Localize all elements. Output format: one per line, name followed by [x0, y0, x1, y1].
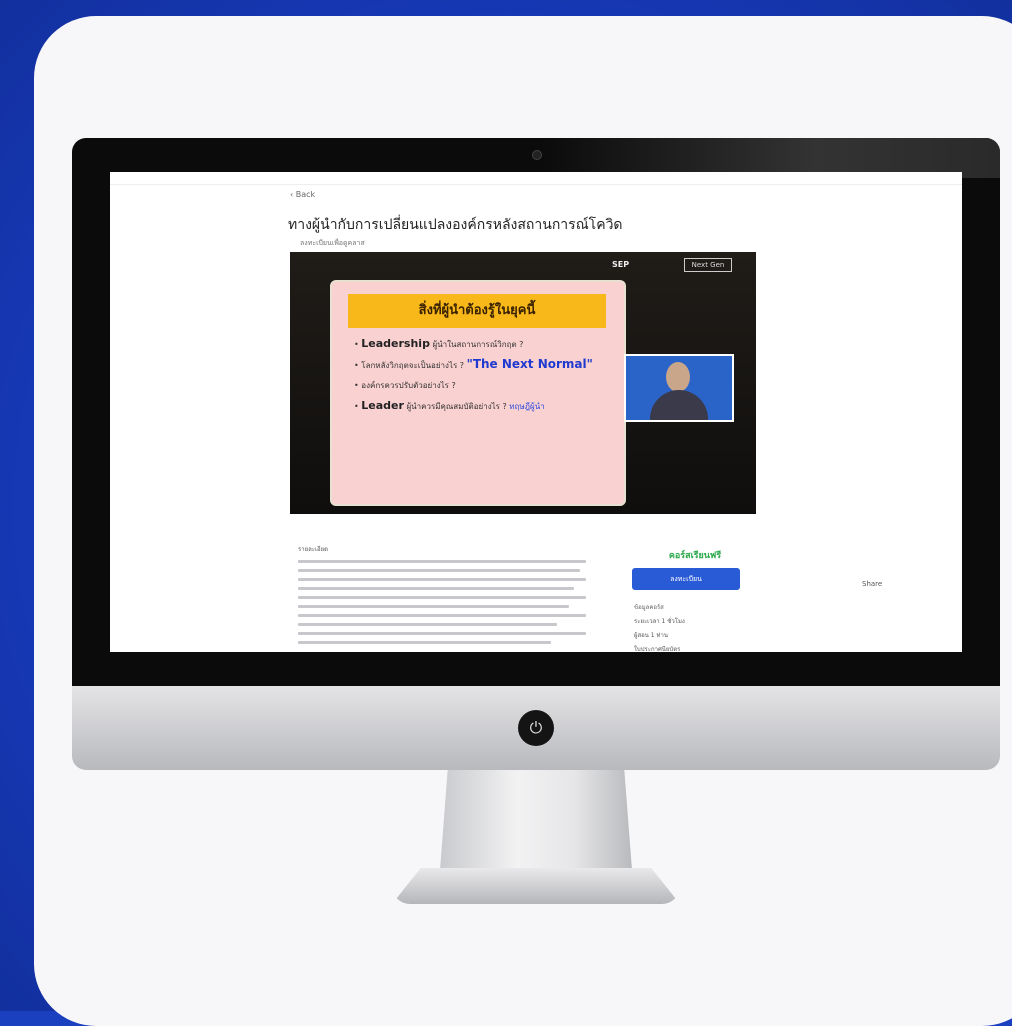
enroll-button[interactable]: ลงทะเบียน: [632, 568, 740, 590]
text-line: [298, 596, 586, 599]
text-line: [298, 623, 558, 626]
speaker-webcam: [624, 354, 734, 422]
video-badge: Next Gen: [684, 258, 732, 272]
text-line: [298, 569, 581, 572]
camera-icon: [532, 150, 542, 160]
page-title: ทางผู้นำกับการเปลี่ยนแปลงองค์กรหลังสถานก…: [288, 217, 623, 233]
price-label: คอร์สเรียนฟรี: [668, 551, 722, 561]
slide-bullet: • Leadership ผู้นำในสถานการณ์วิกฤต ?: [354, 337, 524, 350]
enroll-card: คอร์สเรียนฟรี ลงทะเบียน ข้อมูลคอร์ส ระยะ…: [622, 548, 760, 652]
course-info-row: ใบประกาศนียบัตร: [634, 646, 681, 652]
share-button[interactable]: Share: [862, 580, 882, 588]
speaker-body: [650, 390, 708, 420]
monitor-stand-base: [392, 868, 680, 904]
presentation-slide: สิ่งที่ผู้นำต้องรู้ในยุคนี้ • Leadership…: [330, 280, 626, 506]
speaker-head: [666, 362, 690, 392]
description-label: รายละเอียด: [298, 546, 329, 553]
text-line: [298, 632, 586, 635]
slide-bullet: • Leader ผู้นำควรมีคุณสมบัติอย่างไร ? ทฤ…: [354, 399, 545, 412]
video-player[interactable]: SEP Next Gen สิ่งที่ผู้นำต้องรู้ในยุคนี้…: [290, 252, 756, 514]
text-line: [298, 641, 552, 644]
text-line: [298, 605, 569, 608]
browser-screen: ‹ Back ทางผู้นำกับการเปลี่ยนแปลงองค์กรหล…: [110, 172, 962, 652]
text-line: [298, 578, 586, 581]
description-block: รายละเอียด: [298, 544, 586, 650]
text-line: [298, 614, 586, 617]
text-line: [298, 560, 586, 563]
slide-heading: สิ่งที่ผู้นำต้องรู้ในยุคนี้: [348, 294, 606, 328]
course-info-row: ผู้สอน 1 ท่าน: [634, 632, 668, 639]
course-info-label: ข้อมูลคอร์ส: [634, 604, 664, 611]
slide-bullets: • Leadership ผู้นำในสถานการณ์วิกฤต ? • โ…: [354, 338, 610, 421]
text-line: [298, 587, 575, 590]
page-subtitle: ลงทะเบียนเพื่อดูคลาส: [300, 239, 365, 247]
video-logo: SEP: [612, 260, 630, 269]
course-info-row: ระยะเวลา 1 ชั่วโมง: [634, 618, 685, 625]
power-icon: ⏻: [518, 710, 554, 746]
back-link[interactable]: ‹ Back: [290, 190, 315, 199]
top-bar: [110, 172, 962, 185]
monitor-stand-neck: [440, 770, 632, 870]
slide-bullet: • องค์กรควรปรับตัวอย่างไร ?: [354, 381, 456, 390]
slide-bullet: • โลกหลังวิกฤตจะเป็นอย่างไร ? "The Next …: [354, 357, 593, 371]
